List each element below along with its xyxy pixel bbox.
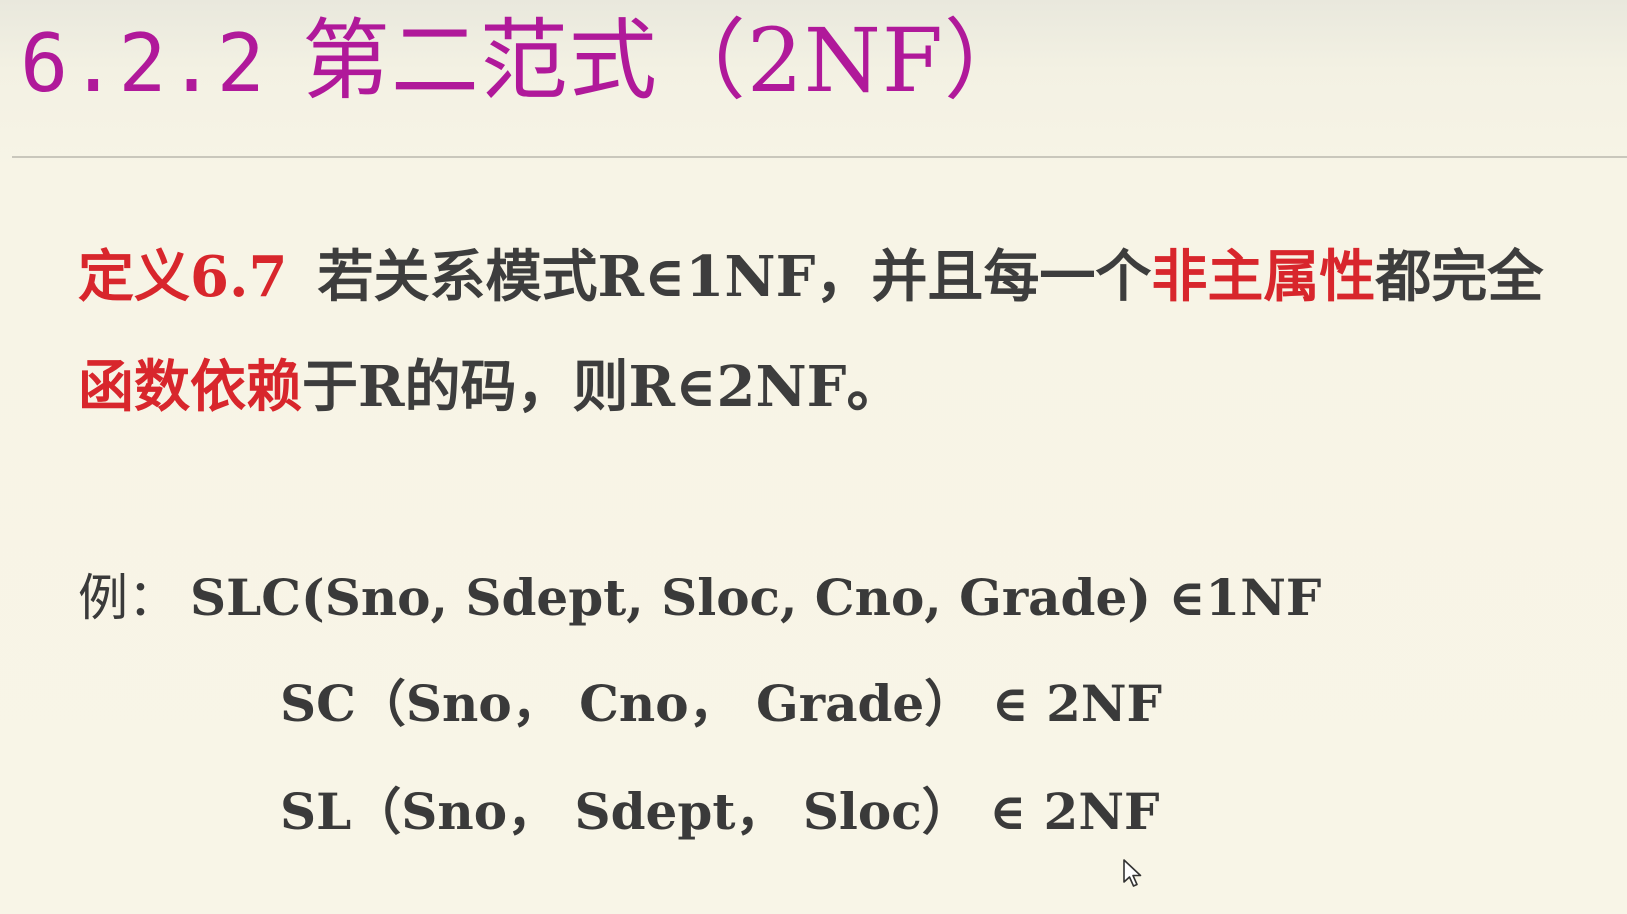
example-sc: SC（Sno， Cno， Grade） ∈ 2NF (280, 674, 1163, 733)
example-label: 例： (78, 569, 178, 627)
example-slc: SLC(Sno, Sdept, Sloc, Cno, Grade) ∈1NF (190, 568, 1322, 627)
example-sl: SL（Sno， Sdept， Sloc） ∈ 2NF (280, 782, 1160, 841)
example-line-3: SL（Sno， Sdept， Sloc） ∈ 2NF (280, 772, 1160, 844)
definition-text-1: 若关系模式R∈1NF，并且每一个 (317, 244, 1152, 310)
example-line-2: SC（Sno， Cno， Grade） ∈ 2NF (280, 664, 1162, 736)
slide-title: 6.2.2 第二范式（2NF） (20, 6, 1033, 116)
definition-line-1: 定义6.7 若关系模式R∈1NF，并且每一个非主属性都完全 (78, 232, 1543, 313)
example-line-1: 例： SLC(Sno, Sdept, Sloc, Cno, Grade) ∈1NF (78, 558, 1321, 630)
definition-text-2: 于R的码，则R∈2NF。 (302, 354, 903, 420)
definition-line-2: 函数依赖于R的码，则R∈2NF。 (78, 342, 902, 423)
definition-highlight-2: 函数依赖 (78, 354, 302, 420)
section-number: 6.2.2 (20, 17, 266, 110)
definition-highlight-1: 非主属性 (1151, 244, 1376, 310)
definition-label: 定义6.7 (78, 244, 288, 310)
definition-tail-1: 都完全 (1375, 244, 1544, 310)
slide: 6.2.2 第二范式（2NF） 定义6.7 若关系模式R∈1NF，并且每一个非主属性… (0, 0, 1627, 914)
mouse-pointer-icon (1122, 858, 1144, 892)
section-title: 第二范式（2NF） (301, 9, 1033, 112)
title-divider (12, 156, 1627, 158)
